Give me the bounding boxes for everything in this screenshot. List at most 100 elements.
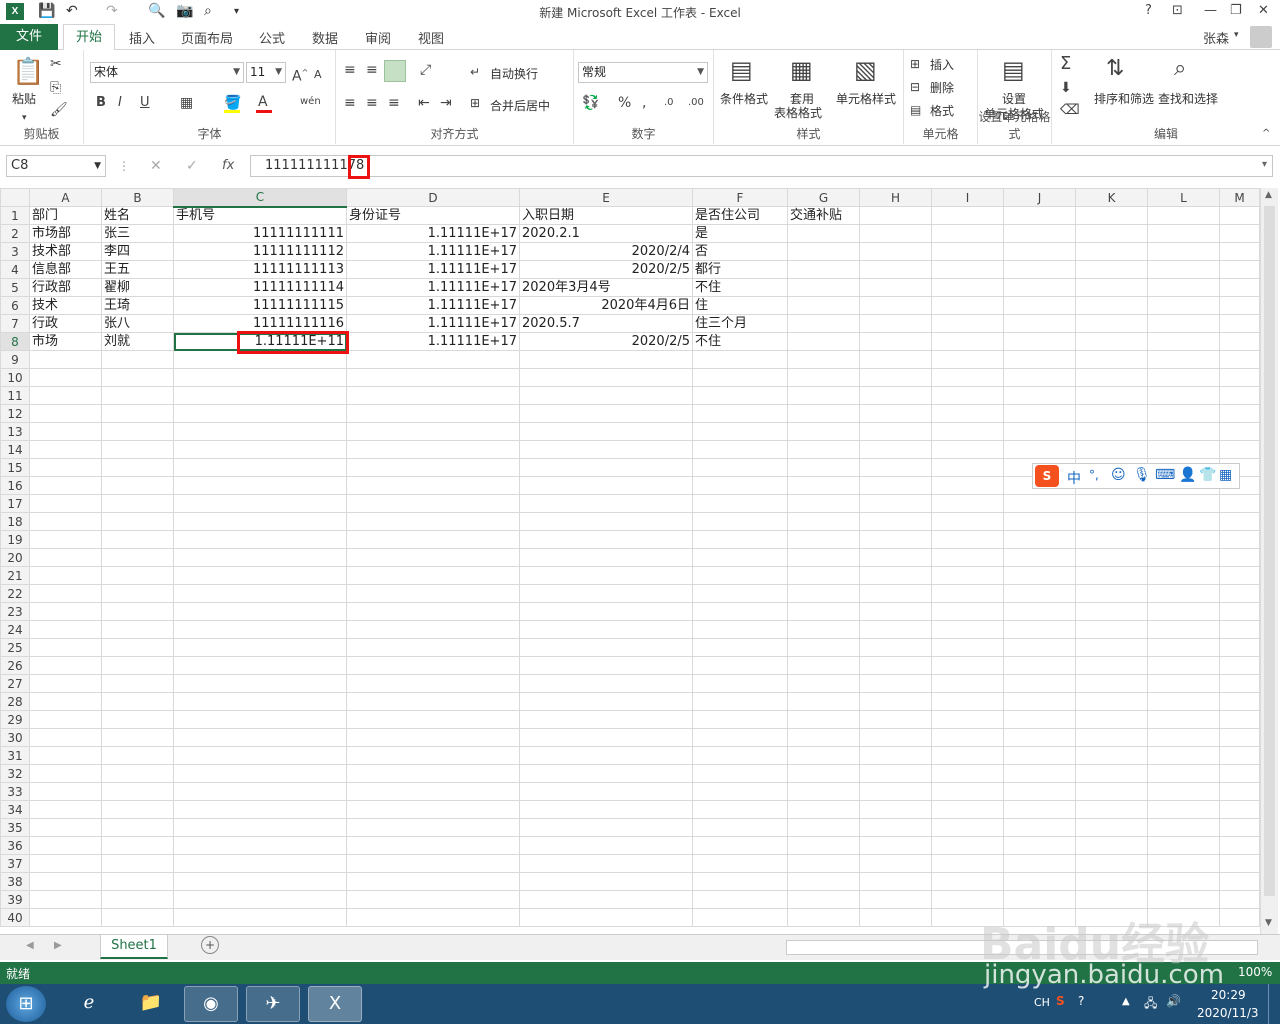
expand-formula-icon[interactable]: ▾ [1262,159,1267,170]
cell[interactable] [101,584,174,603]
cell[interactable] [1219,674,1260,693]
cell[interactable] [519,854,693,873]
cell[interactable] [859,332,932,351]
row-header[interactable]: 10 [0,368,30,387]
ime-emoji-icon[interactable]: ☺ [1111,467,1126,483]
cell[interactable] [29,692,102,711]
cell[interactable] [931,638,1004,657]
cell[interactable] [859,728,932,747]
cell[interactable] [787,836,860,855]
cell[interactable] [29,818,102,837]
cell[interactable] [29,872,102,891]
cell[interactable] [29,746,102,765]
cell[interactable] [1003,314,1076,333]
cell[interactable] [859,314,932,333]
cell[interactable] [346,890,520,909]
cell[interactable] [787,602,860,621]
cell[interactable] [859,764,932,783]
cell[interactable] [787,296,860,315]
cell[interactable] [1075,764,1148,783]
cell[interactable] [859,854,932,873]
cell[interactable] [931,530,1004,549]
row-header[interactable]: 29 [0,710,30,729]
cell[interactable] [859,818,932,837]
cell[interactable] [101,422,174,441]
cell[interactable] [1147,296,1220,315]
cell[interactable] [29,566,102,585]
cell[interactable] [1219,782,1260,801]
cell[interactable] [1219,710,1260,729]
cell[interactable] [173,818,347,837]
cell[interactable] [787,746,860,765]
column-header-f[interactable]: F [692,188,788,207]
cell[interactable] [931,494,1004,513]
cell[interactable] [787,242,860,261]
cell[interactable] [346,818,520,837]
cell[interactable] [859,296,932,315]
cell[interactable] [1075,890,1148,909]
cell[interactable] [1003,548,1076,567]
cell[interactable] [1075,854,1148,873]
cell[interactable]: 市场 [29,332,102,351]
cell[interactable] [787,494,860,513]
cell[interactable]: 1.11111E+17 [346,332,520,351]
cell[interactable] [931,728,1004,747]
cell[interactable] [173,782,347,801]
cell[interactable] [346,800,520,819]
cell[interactable] [519,728,693,747]
restore-button[interactable]: ❐ [1230,3,1242,18]
cell[interactable] [29,530,102,549]
row-header[interactable]: 24 [0,620,30,639]
cell[interactable] [787,638,860,657]
start-button-icon[interactable]: ⊞ [6,986,46,1022]
cell[interactable]: 2020/2/5 [519,260,693,279]
cell[interactable] [931,872,1004,891]
insert-function-icon[interactable]: fx [222,158,234,173]
row-header[interactable]: 1 [0,206,30,225]
set-format-icon[interactable]: ▤ [1002,56,1025,84]
tray-sogou-icon[interactable]: S [1056,994,1065,1008]
cell-styles-icon[interactable]: ▧ [854,56,877,84]
cell[interactable] [859,674,932,693]
cell[interactable]: 翟柳 [101,278,174,297]
column-header-h[interactable]: H [859,188,932,207]
user-name[interactable]: 张森 [1203,28,1229,47]
cell[interactable] [787,350,860,369]
cell[interactable] [173,764,347,783]
cell[interactable] [859,404,932,423]
clock-date[interactable]: 2020/11/3 [1197,1006,1259,1020]
row-header[interactable]: 27 [0,674,30,693]
cell[interactable] [519,638,693,657]
row-header[interactable]: 15 [0,458,30,477]
cell[interactable]: 李四 [101,242,174,261]
orientation-icon[interactable]: ⤢ [420,62,431,78]
cell[interactable] [1147,314,1220,333]
cell[interactable] [931,296,1004,315]
cell[interactable] [1075,260,1148,279]
cell[interactable] [519,746,693,765]
cell[interactable] [1147,494,1220,513]
find-select-button[interactable]: 查找和选择 [1158,90,1218,107]
cell[interactable] [173,602,347,621]
cell[interactable] [346,350,520,369]
cell[interactable]: 1.11111E+17 [346,224,520,243]
cell[interactable] [859,278,932,297]
row-header[interactable]: 14 [0,440,30,459]
cell[interactable] [859,206,932,225]
cell[interactable] [1075,368,1148,387]
feishu-icon[interactable]: ✈ [246,986,300,1022]
cell[interactable] [173,872,347,891]
worksheet-grid[interactable]: ABCDEFGHIJKLM 1 部门 姓名 手机号 身份证号 入职日期 是否住公司 交通补贴 2… [0,188,1280,934]
cell[interactable] [1075,494,1148,513]
cell[interactable] [859,476,932,495]
cell[interactable] [787,548,860,567]
cell[interactable]: 11111111111 [173,224,347,243]
cell[interactable] [346,512,520,531]
cell[interactable] [692,764,788,783]
cell[interactable] [1219,566,1260,585]
align-center-icon[interactable]: ≡ [366,95,378,111]
cell[interactable] [29,764,102,783]
cell[interactable] [29,854,102,873]
cell[interactable] [1219,908,1260,927]
cell[interactable] [931,584,1004,603]
